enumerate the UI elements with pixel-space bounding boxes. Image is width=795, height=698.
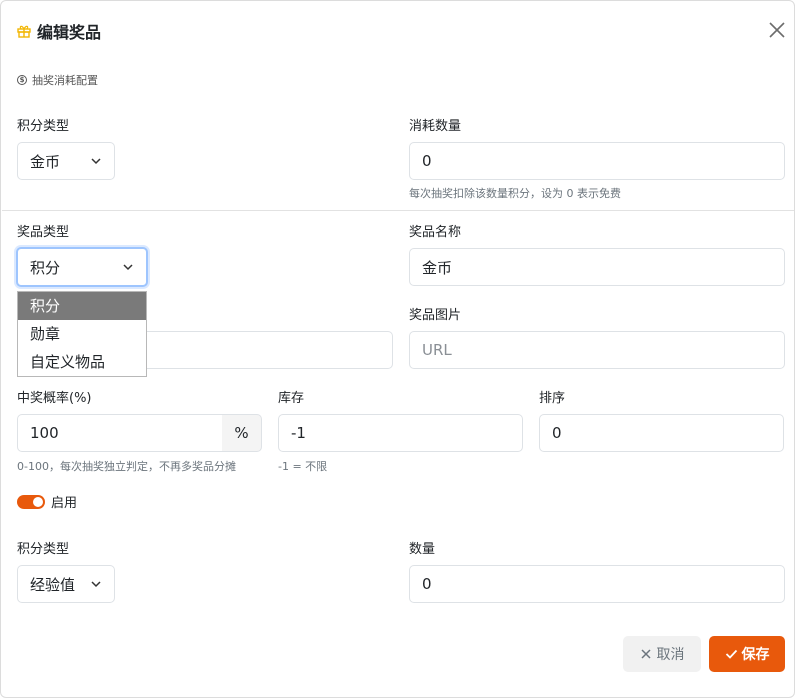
prize-type-value: 积分 — [30, 258, 61, 277]
section-divider — [2, 210, 794, 211]
prize-type-dropdown: 积分 勋章 自定义物品 — [17, 291, 147, 377]
prize-type-label: 奖品类型 — [17, 225, 70, 240]
dialog-header: 编辑奖品 — [17, 19, 101, 43]
dropdown-option-custom-item[interactable]: 自定义物品 — [18, 348, 146, 376]
prize-image-label: 奖品图片 — [409, 308, 462, 323]
enabled-label: 启用 — [51, 496, 78, 511]
stock-label: 库存 — [278, 391, 305, 406]
enabled-toggle[interactable] — [17, 494, 45, 509]
prize-type-select[interactable]: 积分 — [16, 247, 148, 287]
section-label-text: 抽奖消耗配置 — [32, 74, 98, 87]
prize-image-placeholder: URL — [422, 341, 452, 359]
sort-label: 排序 — [539, 391, 566, 406]
cost-points-type-label: 积分类型 — [17, 119, 70, 134]
stock-hint: -1 = 不限 — [278, 460, 328, 473]
cost-amount-label: 消耗数量 — [409, 119, 462, 134]
cancel-button[interactable]: 取消 — [623, 636, 701, 672]
reward-quantity-value: 0 — [422, 575, 432, 593]
enabled-row: 启用 — [17, 492, 77, 511]
probability-input[interactable]: 100 — [17, 414, 223, 452]
cost-points-type-value: 金币 — [30, 152, 61, 171]
prize-name-label: 奖品名称 — [409, 225, 462, 240]
save-button-label: 保存 — [741, 647, 770, 663]
probability-label: 中奖概率(%) — [17, 391, 92, 406]
chevron-down-icon — [91, 581, 101, 588]
stock-input[interactable]: -1 — [278, 414, 523, 452]
prize-image-input[interactable]: URL — [409, 331, 785, 369]
cost-amount-value: 0 — [422, 152, 432, 170]
reward-points-type-select[interactable]: 经验值 — [17, 565, 115, 603]
chevron-down-icon — [123, 264, 133, 271]
cost-amount-input[interactable]: 0 — [409, 142, 785, 180]
coin-icon: $ — [17, 75, 27, 85]
probability-hint: 0-100，每次抽奖独立判定，不再多奖品分摊 — [17, 460, 236, 473]
sort-input[interactable]: 0 — [539, 414, 784, 452]
dropdown-option-medal[interactable]: 勋章 — [18, 320, 146, 348]
cancel-button-label: 取消 — [656, 647, 685, 663]
reward-points-type-value: 经验值 — [30, 575, 76, 594]
gift-icon — [17, 25, 31, 38]
close-icon — [640, 649, 651, 659]
section-label: $ 抽奖消耗配置 — [17, 72, 98, 88]
save-button[interactable]: 保存 — [709, 636, 785, 672]
stock-value: -1 — [291, 424, 306, 442]
prize-name-input[interactable]: 金币 — [409, 248, 785, 286]
dropdown-option-points[interactable]: 积分 — [18, 292, 146, 320]
edit-prize-dialog: 编辑奖品 $ 抽奖消耗配置 积分类型 金币 消耗数量 0 每次抽奖扣除该数量积分… — [0, 0, 795, 698]
reward-quantity-label: 数量 — [409, 542, 436, 557]
prize-name-value: 金币 — [422, 258, 453, 277]
sort-value: 0 — [552, 424, 562, 442]
cost-points-type-select[interactable]: 金币 — [17, 142, 115, 180]
probability-value: 100 — [30, 424, 59, 442]
reward-quantity-input[interactable]: 0 — [409, 565, 785, 603]
reward-points-type-label: 积分类型 — [17, 542, 70, 557]
cost-amount-hint: 每次抽奖扣除该数量积分，设为 0 表示免费 — [409, 187, 621, 200]
probability-unit: % — [222, 414, 262, 452]
chevron-down-icon — [91, 158, 101, 165]
check-icon — [725, 649, 737, 659]
close-icon[interactable] — [767, 20, 787, 40]
dialog-title: 编辑奖品 — [37, 23, 102, 42]
